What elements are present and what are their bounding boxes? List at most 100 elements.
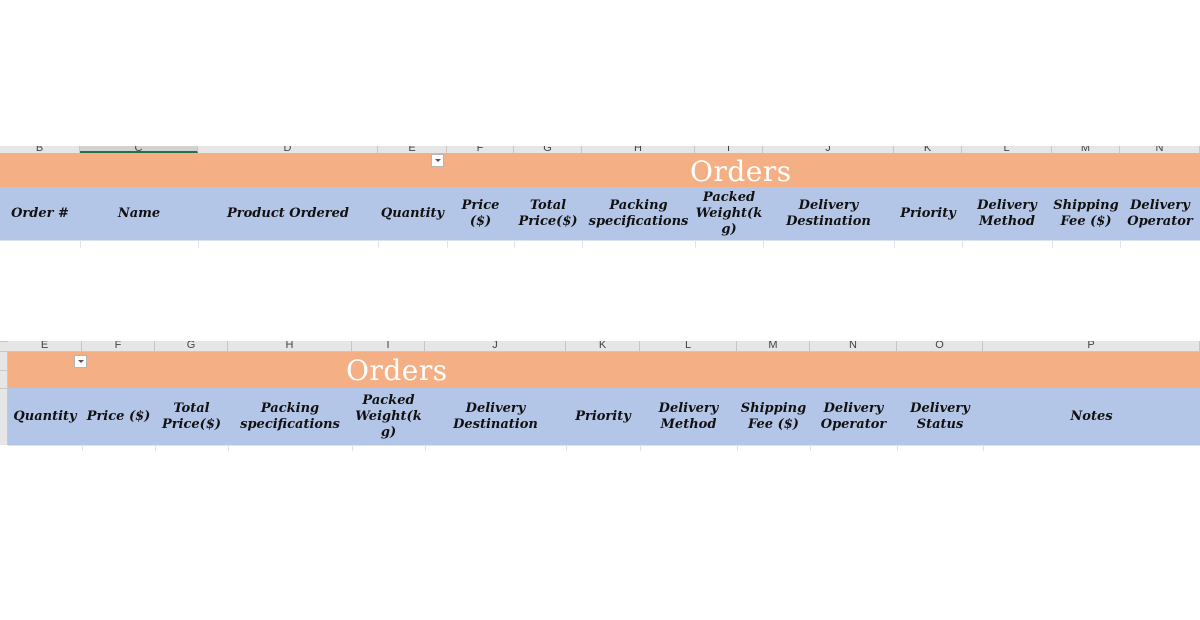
column-letter-k[interactable]: K	[566, 341, 640, 351]
header-cell-name[interactable]: Name	[80, 187, 198, 240]
header-label: Order #	[11, 205, 69, 221]
grid-line	[514, 240, 515, 248]
column-letter-p[interactable]: P	[983, 341, 1200, 351]
grid-line	[962, 240, 963, 248]
header-label: Delivery Destination	[786, 197, 871, 229]
column-letter-h[interactable]: H	[582, 146, 695, 153]
column-letter-b[interactable]: B	[0, 146, 80, 153]
header-cell-packed-weight-kg[interactable]: Packed Weight(k g)	[695, 187, 763, 240]
grid-line	[582, 240, 583, 248]
filter-dropdown-icon[interactable]	[74, 355, 87, 368]
header-label: Priority	[900, 205, 956, 221]
header-label: Notes	[1070, 408, 1113, 424]
grid-line	[378, 240, 379, 248]
title-band: Orders	[0, 153, 1200, 188]
row-divider	[0, 370, 8, 371]
header-label: Packed Weight(k g)	[355, 392, 422, 440]
column-letter-g[interactable]: G	[514, 146, 582, 153]
header-label: Shipping Fee ($)	[740, 400, 807, 432]
column-letter-i[interactable]: I	[695, 146, 763, 153]
header-cell-quantity[interactable]: Quantity	[378, 187, 447, 240]
column-letter-m[interactable]: M	[737, 341, 810, 351]
column-letter-e[interactable]: E	[378, 146, 447, 153]
grid-line	[894, 240, 895, 248]
header-label: Price ($)	[86, 408, 151, 424]
column-letter-e[interactable]: E	[8, 341, 82, 351]
header-cell-delivery-status[interactable]: Delivery Status	[897, 388, 983, 445]
column-letter-j[interactable]: J	[763, 146, 894, 153]
table-header-row: Order # Name Product Ordered Quantity Price …	[0, 187, 1200, 241]
filter-dropdown-icon[interactable]	[431, 154, 444, 167]
header-cell-delivery-destination[interactable]: Delivery Destination	[425, 388, 566, 445]
grid-line	[810, 445, 811, 451]
title-band: Orders	[8, 352, 1200, 388]
header-cell-order[interactable]: Order #	[0, 187, 80, 240]
header-label: Name	[117, 205, 161, 221]
column-letter-g[interactable]: G	[155, 341, 228, 351]
column-letter-k[interactable]: K	[894, 146, 962, 153]
grid-line	[566, 445, 567, 451]
header-label: Delivery Method	[658, 400, 719, 432]
header-cell-shipping-fee[interactable]: Shipping Fee ($)	[1052, 187, 1120, 240]
header-cell-packed-weight-kg[interactable]: Packed Weight(k g)	[352, 388, 425, 445]
header-cell-delivery-destination[interactable]: Delivery Destination	[763, 187, 894, 240]
header-cell-notes[interactable]: Notes	[983, 388, 1200, 445]
column-letter-n[interactable]: N	[1120, 146, 1200, 153]
grid-line	[82, 445, 83, 451]
header-cell-packing-specifications[interactable]: Packing specifications	[228, 388, 352, 445]
grid-line	[640, 445, 641, 451]
column-letter-i[interactable]: I	[352, 341, 425, 351]
row-header-strip	[0, 352, 8, 445]
column-letter-j[interactable]: J	[425, 341, 566, 351]
grid-line	[447, 240, 448, 248]
header-cell-price[interactable]: Price ($)	[82, 388, 155, 445]
header-label: Quantity	[380, 205, 445, 221]
grid-line	[737, 445, 738, 451]
header-cell-quantity[interactable]: Quantity	[8, 388, 82, 445]
grid-line	[1120, 240, 1121, 248]
header-cell-delivery-method[interactable]: Delivery Method	[962, 187, 1052, 240]
grid-line	[897, 445, 898, 451]
select-all-corner[interactable]	[0, 341, 8, 342]
column-letter-l[interactable]: L	[962, 146, 1052, 153]
header-label: Product Ordered	[226, 205, 350, 221]
header-label: Delivery Operator	[820, 400, 887, 432]
header-cell-total-price[interactable]: Total Price($)	[514, 187, 582, 240]
column-letter-o[interactable]: O	[897, 341, 983, 351]
header-label: Delivery Operator	[1127, 197, 1193, 229]
column-letter-m[interactable]: M	[1052, 146, 1120, 153]
header-cell-priority[interactable]: Priority	[566, 388, 640, 445]
header-label: Quantity	[13, 408, 77, 424]
header-label: Shipping Fee ($)	[1053, 197, 1119, 229]
header-label: Delivery Destination	[453, 400, 538, 432]
header-cell-packing-specifications[interactable]: Packing specifications	[582, 187, 695, 240]
header-cell-delivery-operator[interactable]: Delivery Operator	[810, 388, 897, 445]
column-letter-h[interactable]: H	[228, 341, 352, 351]
row-divider	[0, 388, 8, 389]
table-title: Orders	[690, 155, 792, 188]
header-cell-price[interactable]: Price ($)	[447, 187, 514, 240]
column-header-strip: EFGHIJKLMNOP	[0, 341, 1200, 352]
header-cell-delivery-operator[interactable]: Delivery Operator	[1120, 187, 1200, 240]
grid-line	[763, 240, 764, 248]
column-letter-d[interactable]: D	[198, 146, 378, 153]
column-letter-n[interactable]: N	[810, 341, 897, 351]
grid-line	[425, 445, 426, 451]
header-label: Delivery Status	[910, 400, 970, 432]
column-letter-c[interactable]: C	[80, 146, 198, 153]
header-cell-total-price[interactable]: Total Price($)	[155, 388, 228, 445]
header-label: Priority	[575, 408, 631, 424]
grid-line	[228, 445, 229, 451]
header-cell-delivery-method[interactable]: Delivery Method	[640, 388, 737, 445]
table-title: Orders	[346, 354, 448, 387]
column-letter-f[interactable]: F	[447, 146, 514, 153]
header-cell-product-ordered[interactable]: Product Ordered	[198, 187, 378, 240]
table-header-row: Quantity Price ($) Total Price($) Packing spe…	[8, 388, 1200, 446]
header-label: Total Price($)	[518, 197, 578, 229]
column-letter-l[interactable]: L	[640, 341, 737, 351]
column-letter-f[interactable]: F	[82, 341, 155, 351]
header-label: Packed Weight(k g)	[695, 189, 763, 237]
grid-line	[80, 240, 81, 248]
header-cell-shipping-fee[interactable]: Shipping Fee ($)	[737, 388, 810, 445]
header-cell-priority[interactable]: Priority	[894, 187, 962, 240]
